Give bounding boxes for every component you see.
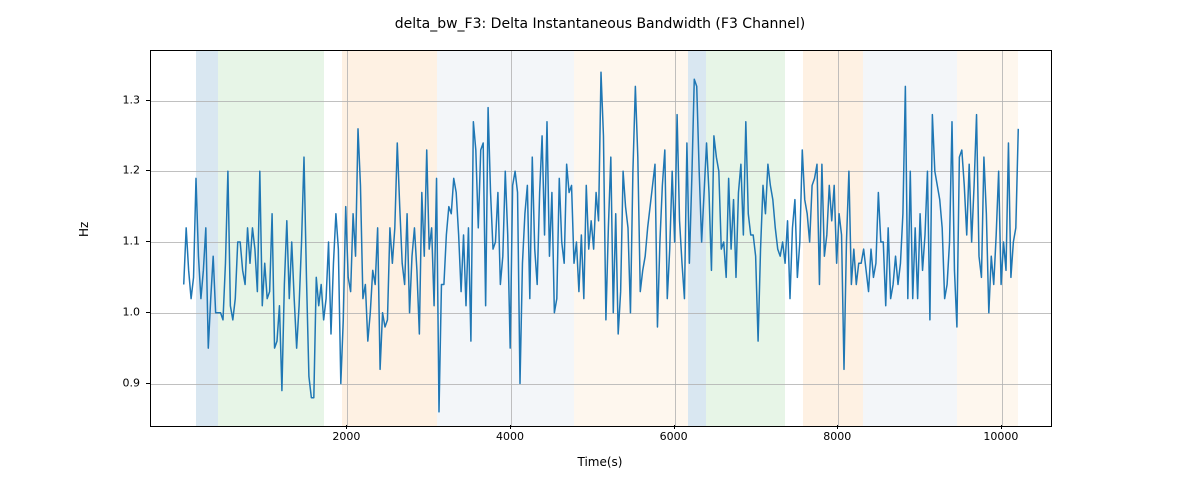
y-tick-label: 1.3 <box>100 93 140 106</box>
y-tick-mark <box>146 312 150 313</box>
x-axis-label: Time(s) <box>0 455 1200 469</box>
y-tick-label: 0.9 <box>100 376 140 389</box>
y-tick-mark <box>146 100 150 101</box>
x-tick-label: 10000 <box>983 430 1018 443</box>
y-axis-label: Hz <box>77 222 91 237</box>
line-series <box>151 51 1051 426</box>
signal-line <box>184 72 1019 412</box>
x-tick-label: 2000 <box>332 430 360 443</box>
y-tick-mark <box>146 241 150 242</box>
y-tick-label: 1.0 <box>100 305 140 318</box>
plot-area <box>150 50 1052 427</box>
x-tick-label: 4000 <box>496 430 524 443</box>
x-tick-label: 6000 <box>660 430 688 443</box>
y-tick-mark <box>146 383 150 384</box>
y-tick-label: 1.1 <box>100 235 140 248</box>
x-tick-mark <box>346 425 347 429</box>
x-tick-label: 8000 <box>823 430 851 443</box>
x-tick-mark <box>1001 425 1002 429</box>
x-tick-mark <box>510 425 511 429</box>
y-tick-mark <box>146 170 150 171</box>
y-tick-label: 1.2 <box>100 164 140 177</box>
chart-title: delta_bw_F3: Delta Instantaneous Bandwid… <box>0 16 1200 32</box>
x-tick-mark <box>837 425 838 429</box>
figure: delta_bw_F3: Delta Instantaneous Bandwid… <box>0 0 1200 500</box>
x-tick-mark <box>674 425 675 429</box>
